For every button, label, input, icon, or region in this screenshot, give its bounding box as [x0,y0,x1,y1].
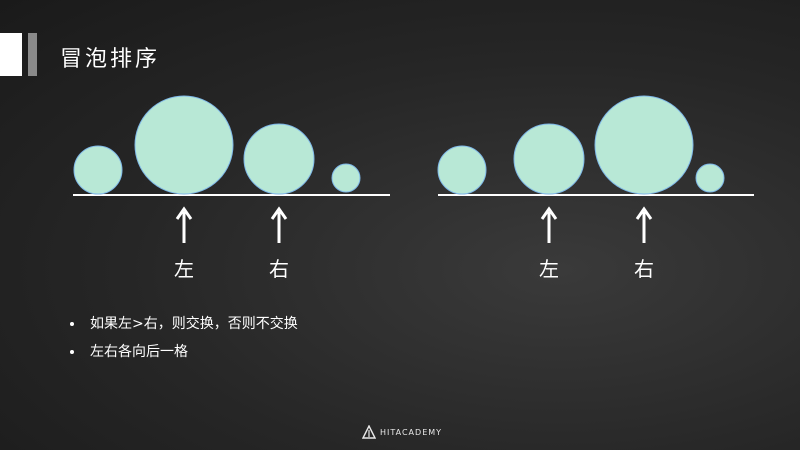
brand-logo: HITACADEMY [362,425,442,439]
bubble [331,163,361,193]
left-pointer-label: 左 [539,257,559,281]
arrow-up-icon [540,206,558,243]
bullet-text: 左右各向后一格 [90,344,188,360]
bubble [134,95,234,195]
bubble-sort-diagram: 左 右 左 右 [73,95,754,281]
bullet-dot-icon [70,322,74,326]
diagram-after: 左 右 [437,95,754,281]
right-pointer-label: 右 [269,257,289,281]
bullet-list: 如果左>右，则交换，否则不交换 左右各向后一格 [70,310,298,366]
arrow-up-icon [175,206,193,243]
bubble [513,123,585,195]
bubble [73,145,123,195]
bubble [437,145,487,195]
bullet-item: 如果左>右，则交换，否则不交换 [70,310,298,338]
arrow-up-icon [635,206,653,243]
arrow-up-icon [270,206,288,243]
bullet-dot-icon [70,350,74,354]
left-pointer-label: 左 [174,257,194,281]
bullet-item: 左右各向后一格 [70,338,298,366]
triangle-logo-icon [362,425,376,439]
right-pointer-label: 右 [634,257,654,281]
bullet-text: 如果左>右，则交换，否则不交换 [90,316,298,332]
diagram-before: 左 右 [73,95,390,281]
bubble [594,95,694,195]
bubble [695,163,725,193]
brand-logo-text: HITACADEMY [380,427,443,437]
bubble [243,123,315,195]
